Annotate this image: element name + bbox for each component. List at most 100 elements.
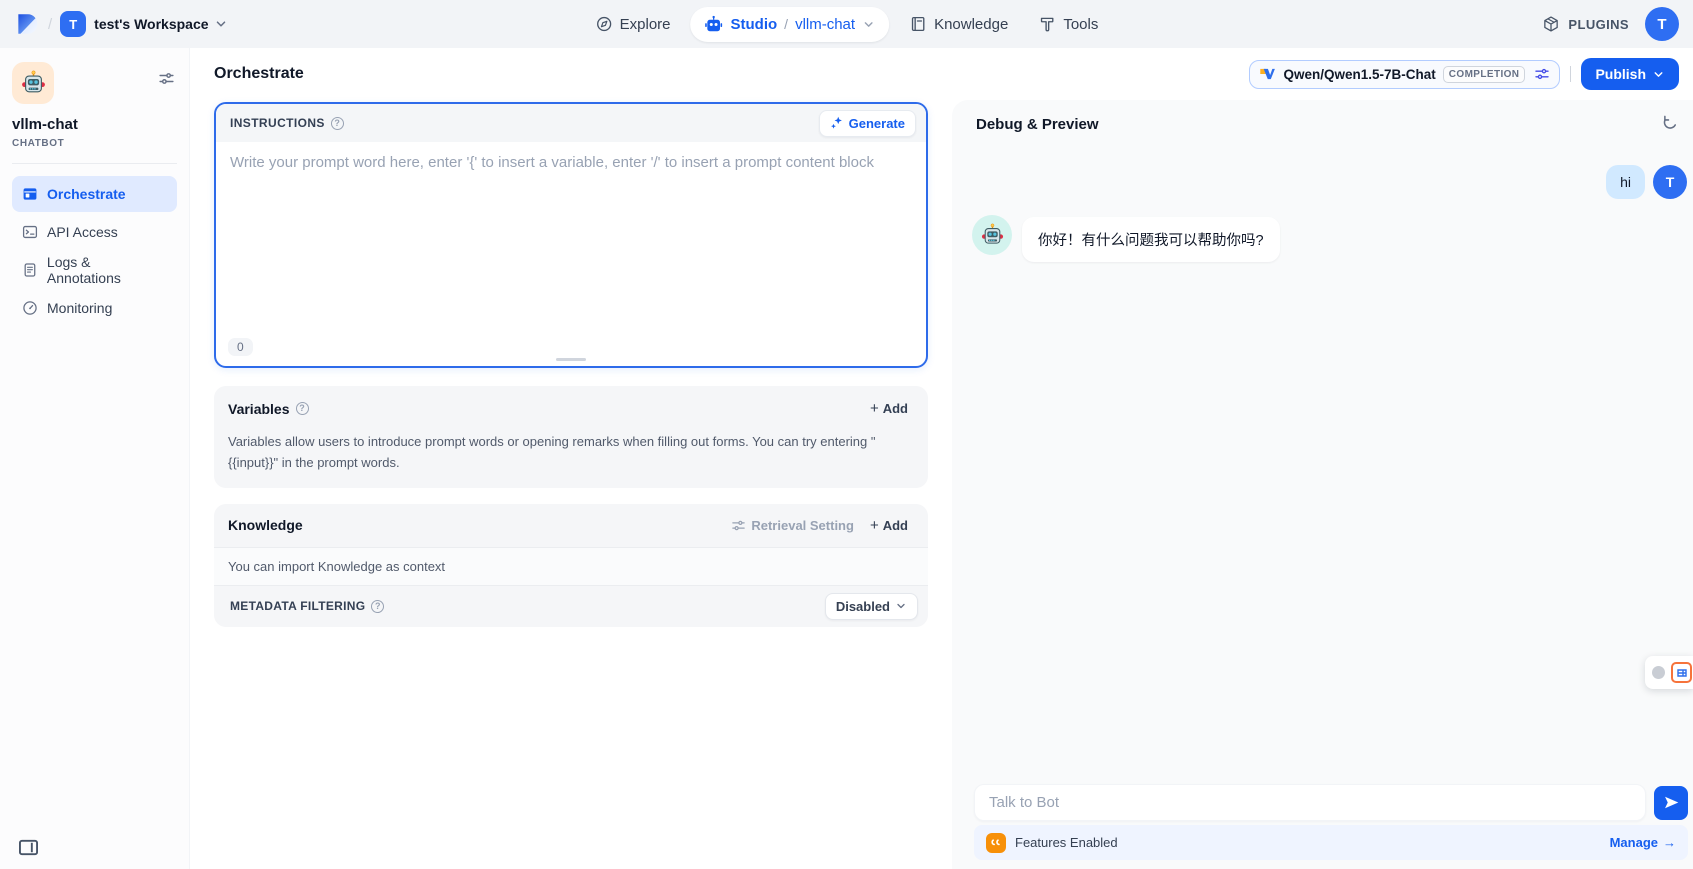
instructions-title: INSTRUCTIONS bbox=[230, 116, 325, 130]
knowledge-description: You can import Knowledge as context bbox=[214, 548, 928, 585]
help-icon[interactable]: ? bbox=[331, 117, 344, 130]
resize-handle[interactable] bbox=[556, 358, 586, 361]
sidebar-item-logs-annotations[interactable]: Logs & Annotations bbox=[12, 252, 177, 288]
window-icon bbox=[22, 186, 38, 202]
features-icon bbox=[986, 833, 1006, 853]
add-variable-button[interactable]: + Add bbox=[864, 398, 914, 419]
app-icon[interactable] bbox=[12, 62, 54, 104]
plugins-label: PLUGINS bbox=[1568, 17, 1629, 32]
user-avatar[interactable]: T bbox=[1645, 7, 1679, 41]
package-icon bbox=[1542, 15, 1560, 33]
dot-icon bbox=[1652, 666, 1665, 679]
help-icon[interactable]: ? bbox=[371, 600, 384, 613]
nav-knowledge-label: Knowledge bbox=[934, 16, 1008, 33]
collapse-sidebar-icon[interactable] bbox=[18, 838, 39, 857]
nav-studio-active[interactable]: Studio / vllm-chat bbox=[691, 7, 890, 42]
header-controls: Qwen/Qwen1.5-7B-Chat COMPLETION Publish bbox=[1249, 58, 1679, 90]
chevron-down-icon[interactable] bbox=[862, 18, 875, 31]
nav-knowledge[interactable]: Knowledge bbox=[899, 9, 1018, 39]
user-message-row: hi T bbox=[972, 165, 1687, 199]
variables-header: Variables ? + Add bbox=[228, 398, 914, 419]
char-count-badge: 0 bbox=[228, 338, 253, 356]
bot-message-bubble: 你好！有什么问题我可以帮助你吗? bbox=[1022, 217, 1280, 262]
nav-explore-label: Explore bbox=[620, 16, 671, 33]
publish-button[interactable]: Publish bbox=[1581, 58, 1679, 90]
send-icon bbox=[1663, 794, 1680, 811]
sidebar-item-label: Logs & Annotations bbox=[47, 254, 167, 286]
generate-button[interactable]: Generate bbox=[819, 110, 916, 137]
nav-tools[interactable]: Tools bbox=[1028, 9, 1108, 39]
workspace-switcher[interactable]: test's Workspace bbox=[94, 16, 227, 32]
publish-label: Publish bbox=[1595, 66, 1646, 82]
metadata-filtering-row: METADATA FILTERING ? Disabled bbox=[214, 586, 928, 627]
orchestrate-column: INSTRUCTIONS ? Generate 0 Variables bbox=[190, 100, 952, 869]
variables-title: Variables bbox=[228, 401, 290, 417]
chat-input[interactable] bbox=[974, 784, 1646, 821]
instructions-panel: INSTRUCTIONS ? Generate 0 bbox=[214, 102, 928, 368]
sidebar-item-api-access[interactable]: API Access bbox=[12, 214, 177, 250]
add-knowledge-button[interactable]: + Add bbox=[864, 515, 914, 536]
metadata-filtering-select[interactable]: Disabled bbox=[825, 593, 918, 620]
user-chat-avatar: T bbox=[1653, 165, 1687, 199]
app-sidebar: vllm-chat CHATBOT Orchestrate API Access… bbox=[0, 48, 190, 869]
chat-input-row bbox=[974, 784, 1688, 821]
variables-title-group: Variables ? bbox=[228, 401, 309, 417]
prompt-textarea[interactable] bbox=[216, 142, 926, 332]
plus-icon: + bbox=[870, 401, 879, 416]
instructions-header: INSTRUCTIONS ? Generate bbox=[216, 104, 926, 142]
workspace-initial-chip[interactable]: T bbox=[60, 11, 86, 37]
sidebar-item-orchestrate[interactable]: Orchestrate bbox=[12, 176, 177, 212]
plugins-button[interactable]: PLUGINS bbox=[1542, 15, 1629, 33]
model-name: Qwen/Qwen1.5-7B-Chat bbox=[1283, 67, 1435, 82]
slash-divider: / bbox=[48, 16, 52, 33]
retrieval-setting-button[interactable]: Retrieval Setting bbox=[731, 518, 854, 533]
restart-conversation-icon[interactable] bbox=[1661, 114, 1679, 132]
chevron-down-icon bbox=[895, 600, 907, 612]
divider bbox=[12, 163, 177, 164]
top-bar: / T test's Workspace Explore Studio / vl… bbox=[0, 0, 1693, 48]
user-message-bubble: hi bbox=[1606, 165, 1645, 199]
page-title: Orchestrate bbox=[214, 65, 304, 83]
nav-studio-label: Studio bbox=[731, 16, 778, 33]
manage-features-link[interactable]: Manage → bbox=[1610, 835, 1676, 850]
chevron-down-icon bbox=[1652, 68, 1665, 81]
topbar-right: PLUGINS T bbox=[1542, 7, 1679, 41]
model-selector[interactable]: Qwen/Qwen1.5-7B-Chat COMPLETION bbox=[1249, 60, 1560, 89]
model-params-icon[interactable] bbox=[1534, 66, 1550, 82]
sidebar-item-monitoring[interactable]: Monitoring bbox=[12, 290, 177, 326]
slash-divider: / bbox=[784, 16, 788, 32]
features-enabled-label: Features Enabled bbox=[1015, 835, 1118, 850]
divider bbox=[1570, 66, 1571, 82]
robot-icon bbox=[705, 15, 724, 34]
instructions-title-group: INSTRUCTIONS ? bbox=[230, 116, 344, 130]
manage-label: Manage bbox=[1610, 835, 1658, 850]
app-name: vllm-chat bbox=[12, 116, 177, 133]
robot-emoji-icon bbox=[980, 223, 1005, 248]
sparkle-icon bbox=[830, 116, 844, 130]
variables-panel: Variables ? + Add Variables allow users … bbox=[214, 386, 928, 488]
bot-avatar bbox=[972, 215, 1012, 255]
robot-emoji-icon bbox=[20, 70, 47, 97]
knowledge-panel: Knowledge Retrieval Setting + Add You ca… bbox=[214, 504, 928, 627]
dify-logo[interactable] bbox=[14, 11, 40, 37]
knowledge-title: Knowledge bbox=[228, 517, 303, 533]
content-area: Orchestrate Qwen/Qwen1.5-7B-Chat COMPLET… bbox=[190, 48, 1693, 869]
send-button[interactable] bbox=[1654, 786, 1688, 820]
retrieval-settings-icon bbox=[731, 518, 746, 533]
app-settings-icon[interactable] bbox=[158, 70, 175, 87]
app-type-badge: CHATBOT bbox=[12, 138, 177, 149]
sidebar-item-label: Monitoring bbox=[47, 300, 112, 316]
add-label: Add bbox=[883, 401, 908, 416]
arrow-right-icon: → bbox=[1663, 835, 1676, 850]
hammer-icon bbox=[1038, 15, 1056, 33]
grid-glyph-icon bbox=[1676, 667, 1688, 679]
smile-quote-icon bbox=[990, 837, 1002, 849]
floating-extension-widget[interactable] bbox=[1645, 656, 1693, 689]
nav-app-name: vllm-chat bbox=[795, 16, 855, 33]
help-icon[interactable]: ? bbox=[296, 402, 309, 415]
metadata-filtering-title: METADATA FILTERING bbox=[230, 599, 365, 613]
document-icon bbox=[22, 262, 38, 278]
gauge-icon bbox=[22, 300, 38, 316]
nav-tools-label: Tools bbox=[1063, 16, 1098, 33]
nav-explore[interactable]: Explore bbox=[585, 9, 681, 39]
